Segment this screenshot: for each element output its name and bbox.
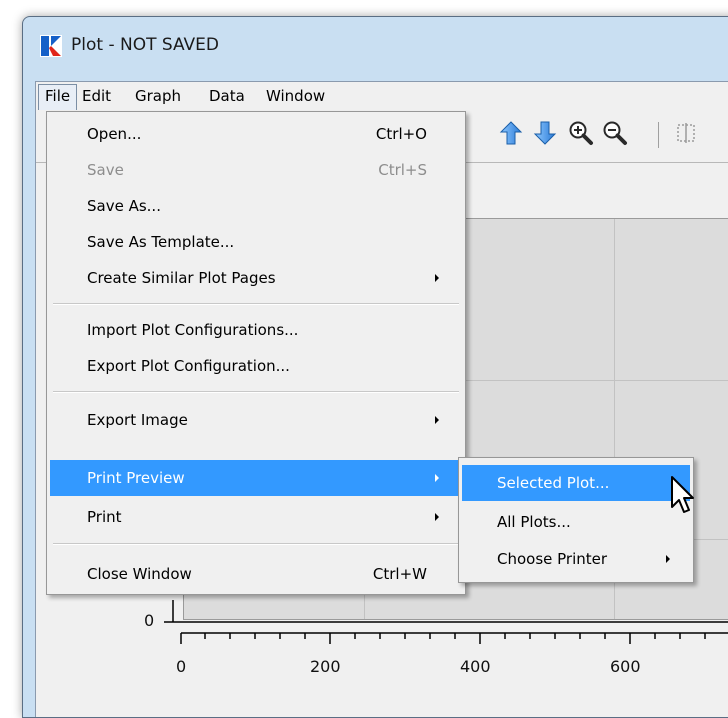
x-tick-label: 600: [610, 657, 641, 676]
menu-item-label: Selected Plot...: [497, 474, 610, 492]
menu-item-print[interactable]: Print: [50, 499, 462, 535]
x-tick-label: 0: [176, 657, 187, 676]
menu-item-label: Choose Printer: [497, 550, 608, 568]
menu-item-save-as[interactable]: Save As...: [50, 188, 462, 224]
file-menu: Open... Ctrl+O Save Ctrl+S Save As... Sa…: [46, 111, 466, 595]
menu-item-label: Open...: [87, 125, 142, 143]
menu-item-label: Save As...: [87, 197, 161, 215]
menu-separator: [53, 303, 459, 305]
menu-item-export-plot-configuration[interactable]: Export Plot Configuration...: [50, 348, 462, 384]
menu-item-label: Print Preview: [87, 469, 185, 487]
menu-separator: [53, 543, 459, 545]
menu-item-label: Save: [87, 161, 124, 179]
menu-item-label: Export Image: [87, 411, 188, 429]
mouse-cursor-icon: [671, 476, 694, 513]
submenu-item-selected-plot[interactable]: Selected Plot...: [462, 465, 690, 501]
menu-item-label: All Plots...: [497, 513, 571, 531]
submenu-arrow-icon: [435, 474, 439, 482]
submenu-arrow-icon: [435, 513, 439, 521]
submenu-arrow-icon: [435, 416, 439, 424]
menu-item-shortcut: Ctrl+O: [375, 125, 427, 143]
menu-item-label: Export Plot Configuration...: [87, 357, 290, 375]
menu-item-label: Import Plot Configurations...: [87, 321, 299, 339]
submenu-item-all-plots[interactable]: All Plots...: [462, 504, 690, 540]
menu-item-create-similar-plot-pages[interactable]: Create Similar Plot Pages: [50, 260, 462, 296]
submenu-item-choose-printer[interactable]: Choose Printer: [462, 541, 690, 577]
y-tick-label: 0: [144, 611, 155, 630]
print-preview-submenu: Selected Plot... All Plots... Choose Pri…: [458, 457, 694, 583]
submenu-arrow-icon: [435, 274, 439, 282]
submenu-arrow-icon: [666, 555, 670, 563]
menu-item-open[interactable]: Open... Ctrl+O: [50, 116, 462, 152]
menu-item-label: Close Window: [87, 565, 192, 583]
menu-item-import-plot-configurations[interactable]: Import Plot Configurations...: [50, 312, 462, 348]
menu-item-save: Save Ctrl+S: [50, 152, 462, 188]
x-tick-label: 400: [460, 657, 491, 676]
menu-item-label: Save As Template...: [87, 233, 235, 251]
menu-item-print-preview[interactable]: Print Preview: [50, 460, 462, 496]
menu-item-export-image[interactable]: Export Image: [50, 402, 462, 438]
menu-item-close-window[interactable]: Close Window Ctrl+W: [50, 556, 462, 592]
x-tick-label: 200: [310, 657, 341, 676]
menu-item-shortcut: Ctrl+W: [372, 565, 427, 583]
menu-separator: [53, 391, 459, 393]
menu-item-label: Create Similar Plot Pages: [87, 269, 276, 287]
menu-item-save-as-template[interactable]: Save As Template...: [50, 224, 462, 260]
menu-item-shortcut: Ctrl+S: [378, 161, 427, 179]
menu-item-label: Print: [87, 508, 122, 526]
